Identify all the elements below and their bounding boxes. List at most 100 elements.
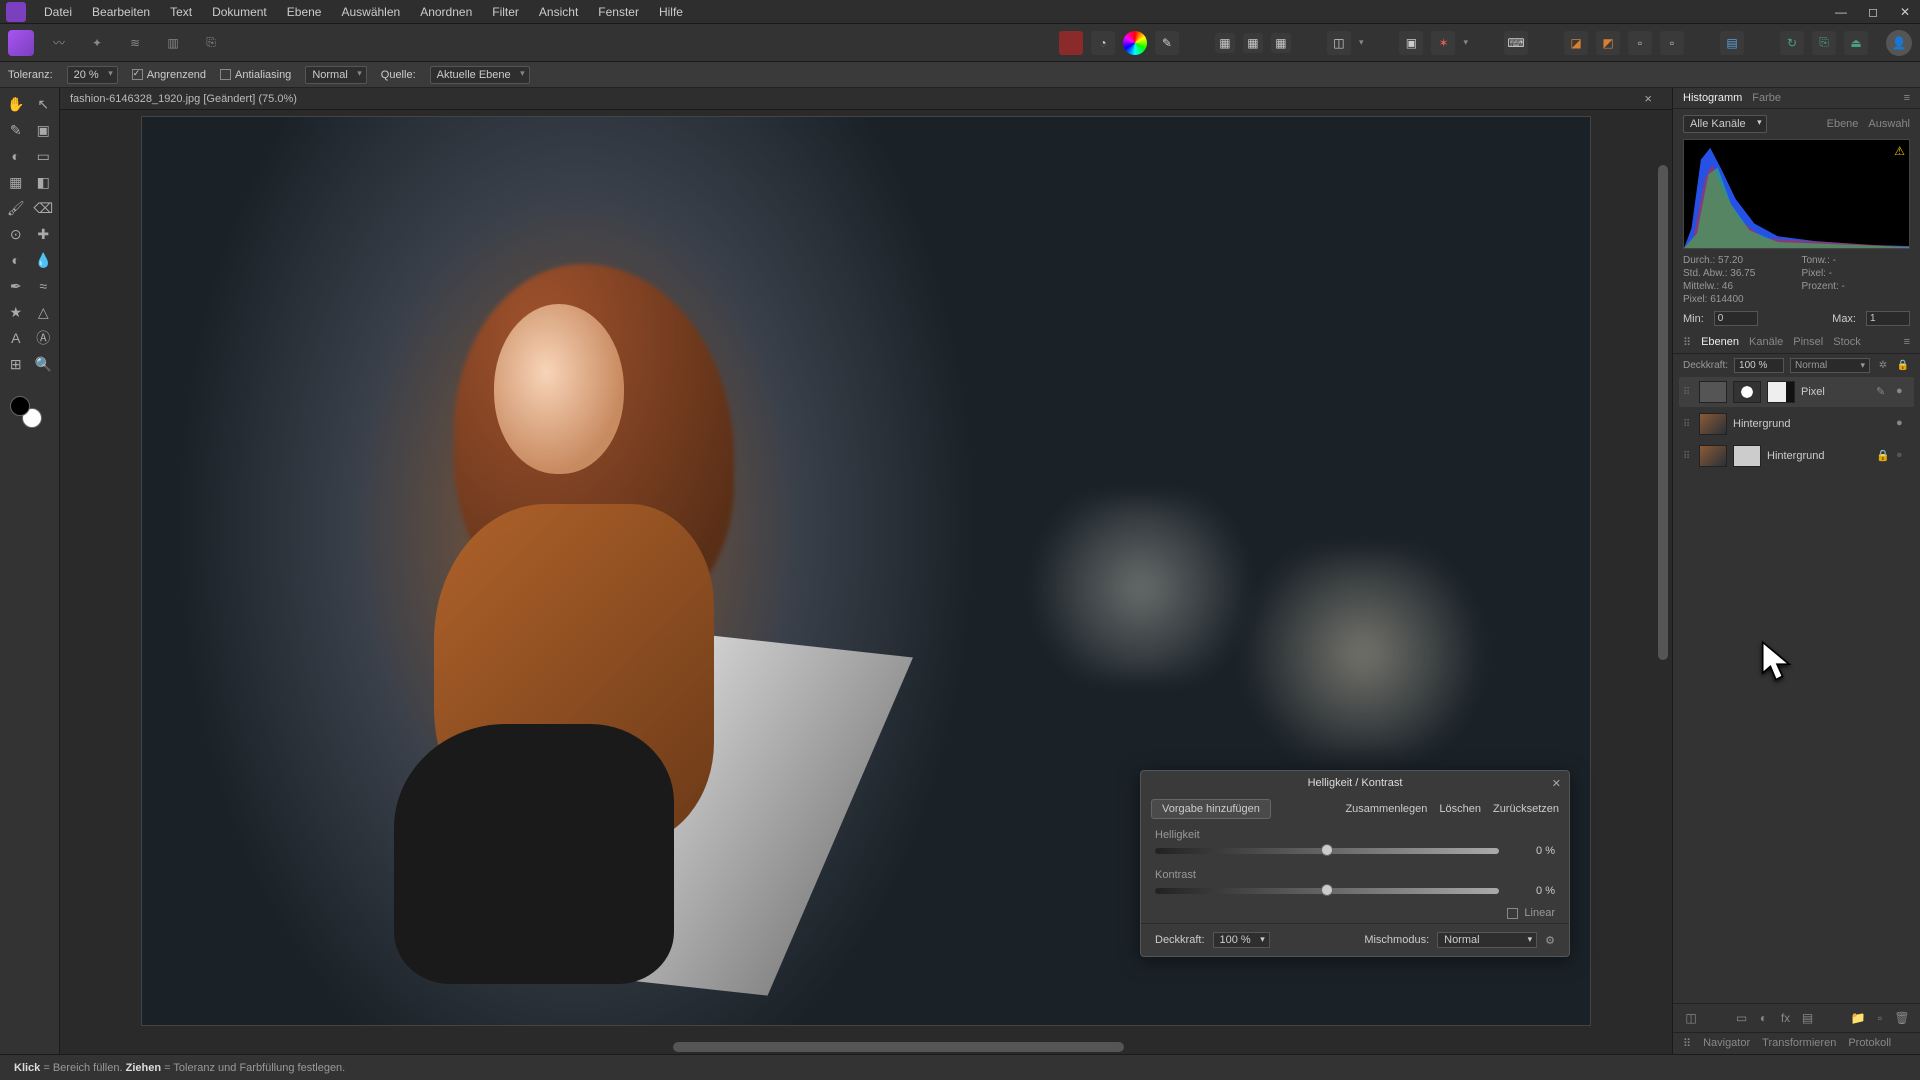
brightness-contrast-dialog[interactable]: Helligkeit / Kontrast ✕ Vorgabe hinzufüg… <box>1140 770 1570 957</box>
menu-window[interactable]: Fenster <box>598 5 639 19</box>
dialog-opacity-input[interactable]: 100 % <box>1213 932 1270 948</box>
shape-tool-icon[interactable]: ★ <box>4 300 28 324</box>
mode-select[interactable]: Normal <box>305 66 366 84</box>
source-select[interactable]: Aktuelle Ebene <box>430 66 530 84</box>
menu-edit[interactable]: Bearbeiten <box>92 5 150 19</box>
persona-develop-icon[interactable]: ≋ <box>122 30 148 56</box>
zoom-tool-icon[interactable]: 🔍 <box>32 352 56 376</box>
opacity-input[interactable]: 100 % <box>1734 358 1784 373</box>
add-preset-button[interactable]: Vorgabe hinzufügen <box>1151 799 1271 819</box>
menu-file[interactable]: Datei <box>44 5 72 19</box>
hand-tool-icon[interactable]: ✋ <box>4 92 28 116</box>
persona-export-icon[interactable]: ⎘ <box>198 30 224 56</box>
antialias-checkbox[interactable] <box>220 69 231 80</box>
menu-view[interactable]: Ansicht <box>539 5 578 19</box>
layer-drag-icon[interactable]: ⠿ <box>1683 419 1693 430</box>
layer-name[interactable]: Hintergrund <box>1767 450 1870 462</box>
add-fx-icon[interactable]: fx <box>1778 1010 1794 1026</box>
smudge-tool-icon[interactable]: ≈ <box>32 274 56 298</box>
histogram-mode-selection[interactable]: Auswahl <box>1868 118 1910 130</box>
tab-transform[interactable]: Transformieren <box>1762 1037 1836 1050</box>
close-button[interactable]: ✕ <box>1898 5 1912 19</box>
foreground-color-swatch[interactable] <box>10 396 30 416</box>
sync1-icon[interactable]: ↻ <box>1780 31 1804 55</box>
blendmode-select[interactable]: Normal <box>1790 358 1870 373</box>
reset-button[interactable]: Zurücksetzen <box>1493 803 1559 815</box>
layer-thumb-icon[interactable] <box>1699 381 1727 403</box>
layer-thumb-icon[interactable] <box>1699 413 1727 435</box>
delete-layer-icon[interactable]: 🗑 <box>1894 1010 1910 1026</box>
panel-menu-icon[interactable]: ≡ <box>1904 92 1910 104</box>
layers-menu-icon[interactable]: ≡ <box>1904 336 1910 349</box>
paint-brush-tool-icon[interactable]: 🖌 <box>4 196 28 220</box>
arrange-dim1-icon[interactable]: ▫ <box>1628 31 1652 55</box>
tab-channels[interactable]: Kanäle <box>1749 336 1783 349</box>
contrast-slider[interactable] <box>1155 888 1499 894</box>
color-picker-tool-icon[interactable]: ✎ <box>4 118 28 142</box>
linear-checkbox[interactable] <box>1507 908 1518 919</box>
target-icon[interactable]: ✶ <box>1431 31 1455 55</box>
selection-sub-icon[interactable]: ▦ <box>1271 33 1291 53</box>
studio-icon[interactable]: ◫ <box>1683 1010 1699 1026</box>
account-avatar-icon[interactable]: 👤 <box>1886 30 1912 56</box>
layer-row[interactable]: ⠿ Hintergrund ● <box>1679 409 1914 439</box>
sync3-icon[interactable]: ⏏ <box>1844 31 1868 55</box>
move-tool-icon[interactable]: ↖ <box>32 92 56 116</box>
layer-edit-icon[interactable]: ✎ <box>1876 385 1890 399</box>
tolerance-input[interactable]: 20 % <box>67 66 118 84</box>
layer-visible-icon[interactable]: ● <box>1896 449 1910 463</box>
histogram-mode-layer[interactable]: Ebene <box>1827 118 1859 130</box>
layer-name[interactable]: Pixel <box>1801 386 1870 398</box>
target-chevron-icon[interactable]: ▾ <box>1463 37 1468 48</box>
min-input[interactable] <box>1714 311 1758 326</box>
swatch-red-icon[interactable] <box>1059 31 1083 55</box>
menu-layer[interactable]: Ebene <box>287 5 322 19</box>
vector-tool-icon[interactable]: △ <box>32 300 56 324</box>
add-live-icon[interactable]: ▤ <box>1800 1010 1816 1026</box>
sync2-icon[interactable]: ⎘ <box>1812 31 1836 55</box>
blur-tool-icon[interactable]: 💧 <box>32 248 56 272</box>
layer-drag-icon[interactable]: ⠿ <box>1683 451 1693 462</box>
layer-name[interactable]: Hintergrund <box>1733 418 1890 430</box>
layer-row[interactable]: ⠿ Hintergrund 🔒 ● <box>1679 441 1914 471</box>
layer-drag-icon[interactable]: ⠿ <box>1683 387 1693 398</box>
arrange-back-icon[interactable]: ◪ <box>1564 31 1588 55</box>
quickmask-icon[interactable]: ◫ <box>1327 31 1351 55</box>
merge-button[interactable]: Zusammenlegen <box>1345 803 1427 815</box>
tab-brushes[interactable]: Pinsel <box>1793 336 1823 349</box>
tab-color[interactable]: Farbe <box>1752 92 1781 104</box>
arrange-front-icon[interactable]: ◩ <box>1596 31 1620 55</box>
menu-document[interactable]: Dokument <box>212 5 267 19</box>
clone-tool-icon[interactable]: ⊙ <box>4 222 28 246</box>
persona-tone-icon[interactable]: ▥ <box>160 30 186 56</box>
minimize-button[interactable]: — <box>1834 5 1848 19</box>
layer-locked-icon[interactable]: 🔒 <box>1876 449 1890 463</box>
layer-fx-icon[interactable]: ✲ <box>1876 359 1890 373</box>
channel-select[interactable]: Alle Kanäle <box>1683 115 1767 133</box>
contiguous-checkbox[interactable] <box>132 69 143 80</box>
menu-arrange[interactable]: Anordnen <box>420 5 472 19</box>
add-adjustment-icon[interactable]: ◐ <box>1756 1010 1772 1026</box>
camera-icon[interactable]: ⌨ <box>1504 31 1528 55</box>
dialog-close-icon[interactable]: ✕ <box>1552 777 1561 790</box>
mesh-tool-icon[interactable]: ⊞ <box>4 352 28 376</box>
color-wheel-icon[interactable] <box>1123 31 1147 55</box>
group-icon[interactable]: 📁 <box>1850 1010 1866 1026</box>
flood-tool-icon[interactable]: ▦ <box>4 170 28 194</box>
dodge-tool-icon[interactable]: ◐ <box>4 248 28 272</box>
dialog-settings-icon[interactable]: ⚙ <box>1545 934 1555 947</box>
tab-layers[interactable]: Ebenen <box>1701 336 1739 349</box>
menu-filter[interactable]: Filter <box>492 5 519 19</box>
document-close-icon[interactable]: × <box>1644 91 1652 106</box>
color-swatches[interactable] <box>10 396 42 428</box>
autocontrast-icon[interactable]: ✎ <box>1155 31 1179 55</box>
layer-visible-icon[interactable]: ● <box>1896 385 1910 399</box>
mask-thumb-icon[interactable] <box>1767 381 1795 403</box>
crop-icon[interactable]: ▣ <box>1399 31 1423 55</box>
tab-stock[interactable]: Stock <box>1833 336 1861 349</box>
layer-row[interactable]: ⠿ Pixel ✎ ● <box>1679 377 1914 407</box>
pen-tool-icon[interactable]: ✒ <box>4 274 28 298</box>
add-mask-icon[interactable]: ▭ <box>1734 1010 1750 1026</box>
max-input[interactable] <box>1866 311 1910 326</box>
tab-history[interactable]: Protokoll <box>1848 1037 1891 1050</box>
